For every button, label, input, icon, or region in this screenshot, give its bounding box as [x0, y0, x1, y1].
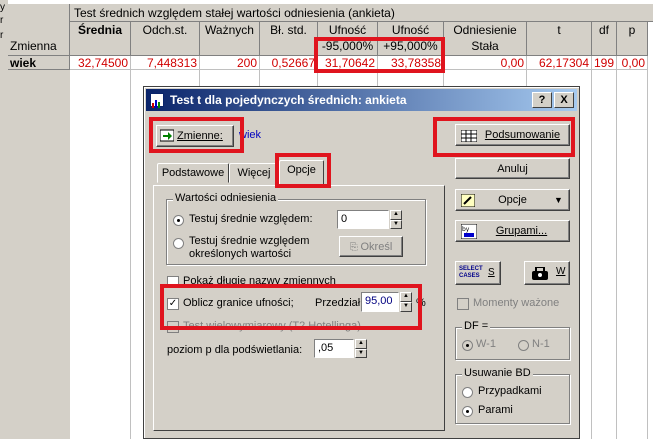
column-header-line2: Stała	[471, 39, 499, 53]
help-button[interactable]: ?	[532, 92, 552, 108]
options-button-label: Opcje	[498, 194, 527, 206]
data-cell[interactable]: 199	[592, 56, 617, 70]
sheet-title: Test średnich względem stałej wartości o…	[70, 4, 653, 22]
column-header-line1: Ufność	[328, 23, 367, 37]
column-header[interactable]: t	[527, 22, 592, 56]
column-header-line1: Odniesienie	[453, 23, 517, 37]
tab-more[interactable]: Więcej	[229, 163, 279, 183]
reference-value-spinner[interactable]: ▲ ▼	[390, 210, 402, 229]
cancel-button[interactable]: Anuluj	[455, 158, 570, 179]
test-vs-constant-radio[interactable]	[173, 215, 184, 226]
row-header-label: Zmienna	[10, 39, 57, 53]
column-header-line1: Średnia	[77, 23, 122, 37]
data-cell[interactable]: 62,17304	[527, 56, 592, 70]
df-w1-label: W-1	[476, 338, 496, 350]
missing-data-group: Usuwanie BD Przypadkami Parami	[455, 367, 570, 424]
dialog-title: Test t dla pojedynczych średnich: ankiet…	[170, 93, 407, 107]
column-header[interactable]: Średnia	[70, 22, 131, 56]
column-header[interactable]: Odch.st.	[131, 22, 200, 56]
left-window-fragment: y r r	[0, 0, 8, 70]
column-header-line1: t	[557, 23, 561, 37]
close-button[interactable]: X	[554, 92, 574, 108]
groups-button[interactable]: by Grupami...	[455, 220, 570, 242]
grid-line	[647, 70, 648, 439]
tab-basic[interactable]: Podstawowe	[157, 163, 229, 183]
weight-button[interactable]: W	[524, 261, 570, 285]
options-button[interactable]: Opcje ▼	[455, 189, 570, 211]
pairwise-label: Parami	[478, 404, 513, 416]
df-group: DF = W-1 N-1	[455, 320, 570, 360]
data-cell[interactable]: 0,52667	[260, 56, 318, 70]
t-test-dialog: Test t dla pojedynczych średnich: ankiet…	[143, 86, 580, 439]
by-group-icon: by	[460, 223, 478, 240]
moments-weighted-label: Momenty ważone	[473, 297, 560, 309]
weight-shortcut: W	[556, 266, 566, 277]
specify-button[interactable]: ⎘ Określ	[339, 236, 403, 257]
row-header-corner: Zmienna	[8, 4, 70, 56]
df-w1-radio[interactable]	[462, 340, 473, 351]
column-header[interactable]: Ważnych	[200, 22, 260, 56]
select-cases-icon: SELECT CASES	[459, 266, 483, 279]
column-header-line1: Ważnych	[205, 23, 254, 37]
casewise-radio[interactable]	[462, 387, 473, 398]
grid-line	[591, 70, 592, 439]
fragment-text: r	[0, 30, 4, 41]
column-header[interactable]: Bł. std.	[260, 22, 318, 56]
df-n1-label: N-1	[532, 338, 550, 350]
test-vs-values-radio[interactable]	[173, 238, 184, 249]
column-header-line1: p	[628, 23, 636, 37]
column-header-line1: Ufność	[391, 23, 430, 37]
options-icon	[460, 193, 476, 208]
column-header-line1: Bł. std.	[270, 23, 307, 37]
options-tab-highlight	[275, 153, 331, 188]
grid-line	[130, 70, 131, 439]
test-vs-values-label: Testuj średnie względem	[189, 235, 310, 247]
column-header[interactable]: df	[592, 22, 617, 56]
reference-values-group: Wartości odniesienia Testuj średnie wzgl…	[166, 192, 426, 265]
df-n1-radio[interactable]	[518, 340, 529, 351]
row-header-strip	[0, 70, 70, 439]
grid-line	[616, 70, 617, 439]
data-cell[interactable]: 7,448313	[131, 56, 200, 70]
casewise-label: Przypadkami	[478, 385, 542, 397]
reference-values-label: Wartości odniesienia	[173, 192, 279, 204]
variables-highlight	[149, 117, 244, 153]
select-cases-button[interactable]: SELECT CASES S	[455, 261, 501, 285]
confidence-highlight	[314, 37, 445, 73]
dropdown-arrow-icon: ▼	[554, 195, 563, 205]
data-cell[interactable]: 32,74500	[70, 56, 131, 70]
chart-icon	[150, 93, 164, 108]
moments-weighted-checkbox[interactable]	[457, 298, 469, 310]
reference-value-input[interactable]: 0	[337, 210, 389, 229]
data-cell[interactable]: 0,00	[617, 56, 648, 70]
select-cases-shortcut: S	[488, 267, 495, 278]
data-cell[interactable]: 200	[200, 56, 260, 70]
column-header-line1: Odch.st.	[142, 23, 188, 37]
specify-button-label: Określ	[360, 241, 393, 253]
row-label-wiek[interactable]: wiek	[8, 56, 70, 70]
p-level-label: poziom p dla podświetlania:	[167, 344, 303, 356]
p-level-input[interactable]: ,05	[314, 339, 354, 358]
df-group-label: DF =	[462, 320, 491, 332]
column-header[interactable]: Odniesienie Stała	[444, 22, 527, 56]
test-vs-values-label-2: określonych wartości	[189, 248, 292, 260]
fragment-text: r	[0, 15, 4, 26]
data-cell[interactable]: 0,00	[444, 56, 527, 70]
fragment-text: y	[0, 2, 5, 13]
conf-limits-highlight	[160, 284, 422, 330]
dialog-titlebar[interactable]: Test t dla pojedynczych średnich: ankiet…	[146, 89, 577, 111]
p-level-spinner[interactable]: ▲ ▼	[355, 339, 367, 358]
missing-data-group-label: Usuwanie BD	[462, 367, 533, 379]
column-header[interactable]: p	[617, 22, 648, 56]
column-header-line1: df	[598, 23, 609, 37]
test-vs-constant-label: Testuj średnie względem:	[189, 213, 313, 225]
weight-icon	[531, 266, 549, 280]
summary-highlight	[433, 117, 575, 157]
groups-button-label: Grupami...	[495, 225, 548, 237]
pairwise-radio[interactable]	[462, 406, 473, 417]
svg-text:by: by	[462, 226, 470, 233]
